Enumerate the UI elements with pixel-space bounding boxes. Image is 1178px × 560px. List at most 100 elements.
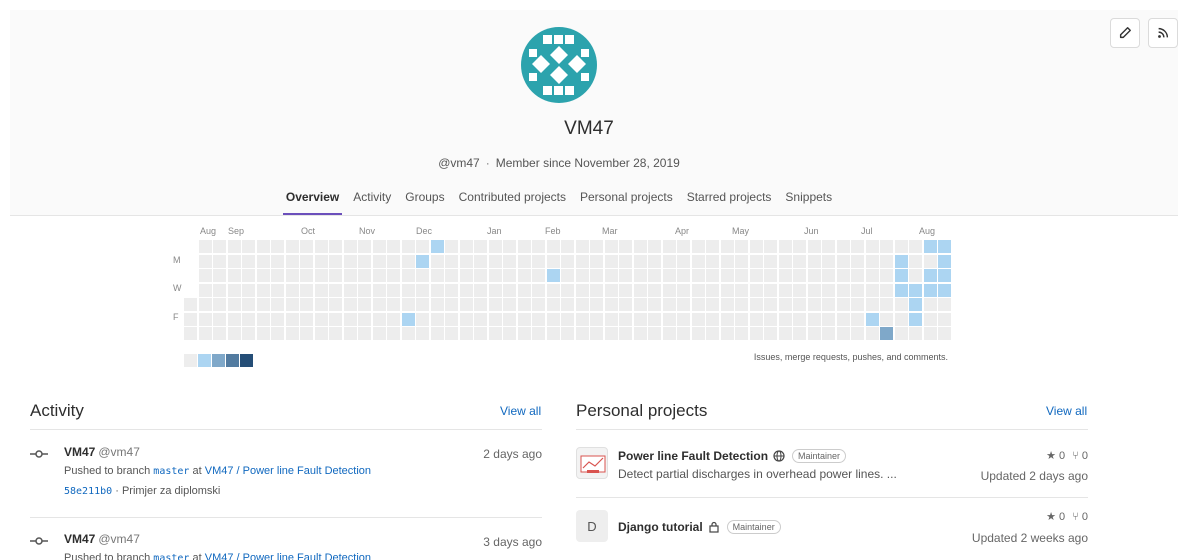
calendar-day-cell[interactable] bbox=[865, 312, 879, 326]
calendar-day-cell[interactable] bbox=[807, 312, 821, 326]
calendar-day-cell[interactable] bbox=[575, 298, 589, 311]
calendar-day-cell[interactable] bbox=[749, 254, 763, 268]
activity-view-all-link[interactable]: View all bbox=[500, 404, 541, 418]
calendar-day-cell[interactable] bbox=[894, 298, 908, 311]
calendar-day-cell[interactable] bbox=[735, 240, 748, 253]
calendar-day-cell[interactable] bbox=[662, 312, 676, 326]
calendar-day-cell[interactable] bbox=[662, 298, 676, 311]
calendar-day-cell[interactable] bbox=[242, 254, 255, 268]
calendar-day-cell[interactable] bbox=[923, 254, 937, 268]
calendar-day-cell[interactable] bbox=[430, 327, 444, 340]
calendar-day-cell[interactable] bbox=[865, 254, 879, 268]
calendar-day-cell[interactable] bbox=[880, 283, 893, 297]
calendar-day-cell[interactable] bbox=[300, 312, 313, 326]
calendar-day-cell[interactable] bbox=[836, 327, 850, 340]
rss-feed-button[interactable] bbox=[1148, 18, 1178, 48]
calendar-day-cell[interactable] bbox=[503, 298, 516, 311]
calendar-day-cell[interactable] bbox=[517, 312, 531, 326]
calendar-day-cell[interactable] bbox=[764, 312, 777, 326]
calendar-day-cell[interactable] bbox=[836, 283, 850, 297]
calendar-day-cell[interactable] bbox=[865, 298, 879, 311]
calendar-day-cell[interactable] bbox=[633, 327, 647, 340]
calendar-day-cell[interactable] bbox=[387, 269, 400, 282]
calendar-day-cell[interactable] bbox=[909, 254, 922, 268]
calendar-day-cell[interactable] bbox=[314, 283, 328, 297]
calendar-day-cell[interactable] bbox=[401, 312, 415, 326]
calendar-day-cell[interactable] bbox=[633, 283, 647, 297]
calendar-day-cell[interactable] bbox=[546, 240, 560, 253]
calendar-day-cell[interactable] bbox=[590, 327, 603, 340]
calendar-day-cell[interactable] bbox=[590, 269, 603, 282]
calendar-day-cell[interactable] bbox=[300, 298, 313, 311]
calendar-day-cell[interactable] bbox=[343, 269, 357, 282]
calendar-day-cell[interactable] bbox=[778, 283, 792, 297]
calendar-day-cell[interactable] bbox=[430, 312, 444, 326]
calendar-day-cell[interactable] bbox=[474, 254, 487, 268]
calendar-day-cell[interactable] bbox=[880, 327, 893, 340]
project-title-link[interactable]: Django tutorial bbox=[618, 520, 703, 534]
calendar-day-cell[interactable] bbox=[923, 269, 937, 282]
calendar-day-cell[interactable] bbox=[648, 269, 661, 282]
calendar-day-cell[interactable] bbox=[358, 298, 371, 311]
calendar-day-cell[interactable] bbox=[822, 240, 835, 253]
calendar-day-cell[interactable] bbox=[445, 327, 458, 340]
calendar-day-cell[interactable] bbox=[285, 327, 299, 340]
calendar-day-cell[interactable] bbox=[706, 283, 719, 297]
calendar-day-cell[interactable] bbox=[430, 283, 444, 297]
calendar-day-cell[interactable] bbox=[242, 283, 255, 297]
projects-view-all-link[interactable]: View all bbox=[1046, 404, 1087, 418]
calendar-day-cell[interactable] bbox=[372, 283, 386, 297]
calendar-day-cell[interactable] bbox=[923, 312, 937, 326]
calendar-day-cell[interactable] bbox=[488, 327, 502, 340]
calendar-day-cell[interactable] bbox=[401, 283, 415, 297]
calendar-day-cell[interactable] bbox=[227, 269, 241, 282]
calendar-day-cell[interactable] bbox=[807, 327, 821, 340]
calendar-day-cell[interactable] bbox=[677, 327, 690, 340]
calendar-day-cell[interactable] bbox=[836, 312, 850, 326]
calendar-day-cell[interactable] bbox=[764, 269, 777, 282]
calendar-day-cell[interactable] bbox=[517, 254, 531, 268]
calendar-day-cell[interactable] bbox=[561, 327, 574, 340]
fork-count[interactable]: 0 bbox=[1082, 450, 1088, 462]
calendar-day-cell[interactable] bbox=[271, 269, 284, 282]
calendar-day-cell[interactable] bbox=[793, 327, 806, 340]
edit-profile-button[interactable] bbox=[1110, 18, 1140, 48]
calendar-day-cell[interactable] bbox=[271, 298, 284, 311]
calendar-day-cell[interactable] bbox=[256, 298, 270, 311]
calendar-day-cell[interactable] bbox=[706, 240, 719, 253]
calendar-day-cell[interactable] bbox=[488, 240, 502, 253]
calendar-day-cell[interactable] bbox=[445, 269, 458, 282]
calendar-day-cell[interactable] bbox=[546, 298, 560, 311]
calendar-day-cell[interactable] bbox=[807, 298, 821, 311]
calendar-day-cell[interactable] bbox=[909, 327, 922, 340]
calendar-day-cell[interactable] bbox=[822, 269, 835, 282]
calendar-day-cell[interactable] bbox=[401, 298, 415, 311]
calendar-day-cell[interactable] bbox=[648, 327, 661, 340]
calendar-day-cell[interactable] bbox=[517, 240, 531, 253]
calendar-day-cell[interactable] bbox=[184, 298, 197, 311]
calendar-day-cell[interactable] bbox=[677, 269, 690, 282]
calendar-day-cell[interactable] bbox=[633, 269, 647, 282]
calendar-day-cell[interactable] bbox=[503, 254, 516, 268]
calendar-day-cell[interactable] bbox=[604, 240, 618, 253]
calendar-day-cell[interactable] bbox=[677, 312, 690, 326]
tab-activity[interactable]: Activity bbox=[346, 184, 398, 213]
calendar-day-cell[interactable] bbox=[314, 269, 328, 282]
calendar-day-cell[interactable] bbox=[474, 269, 487, 282]
calendar-day-cell[interactable] bbox=[619, 283, 632, 297]
calendar-day-cell[interactable] bbox=[619, 240, 632, 253]
calendar-day-cell[interactable] bbox=[778, 312, 792, 326]
calendar-day-cell[interactable] bbox=[604, 312, 618, 326]
calendar-day-cell[interactable] bbox=[213, 298, 226, 311]
calendar-day-cell[interactable] bbox=[546, 269, 560, 282]
calendar-day-cell[interactable] bbox=[503, 327, 516, 340]
calendar-day-cell[interactable] bbox=[198, 327, 212, 340]
calendar-day-cell[interactable] bbox=[387, 312, 400, 326]
calendar-day-cell[interactable] bbox=[329, 298, 342, 311]
calendar-day-cell[interactable] bbox=[822, 298, 835, 311]
calendar-day-cell[interactable] bbox=[894, 312, 908, 326]
calendar-day-cell[interactable] bbox=[256, 327, 270, 340]
calendar-day-cell[interactable] bbox=[662, 240, 676, 253]
calendar-day-cell[interactable] bbox=[909, 283, 922, 297]
calendar-day-cell[interactable] bbox=[619, 312, 632, 326]
